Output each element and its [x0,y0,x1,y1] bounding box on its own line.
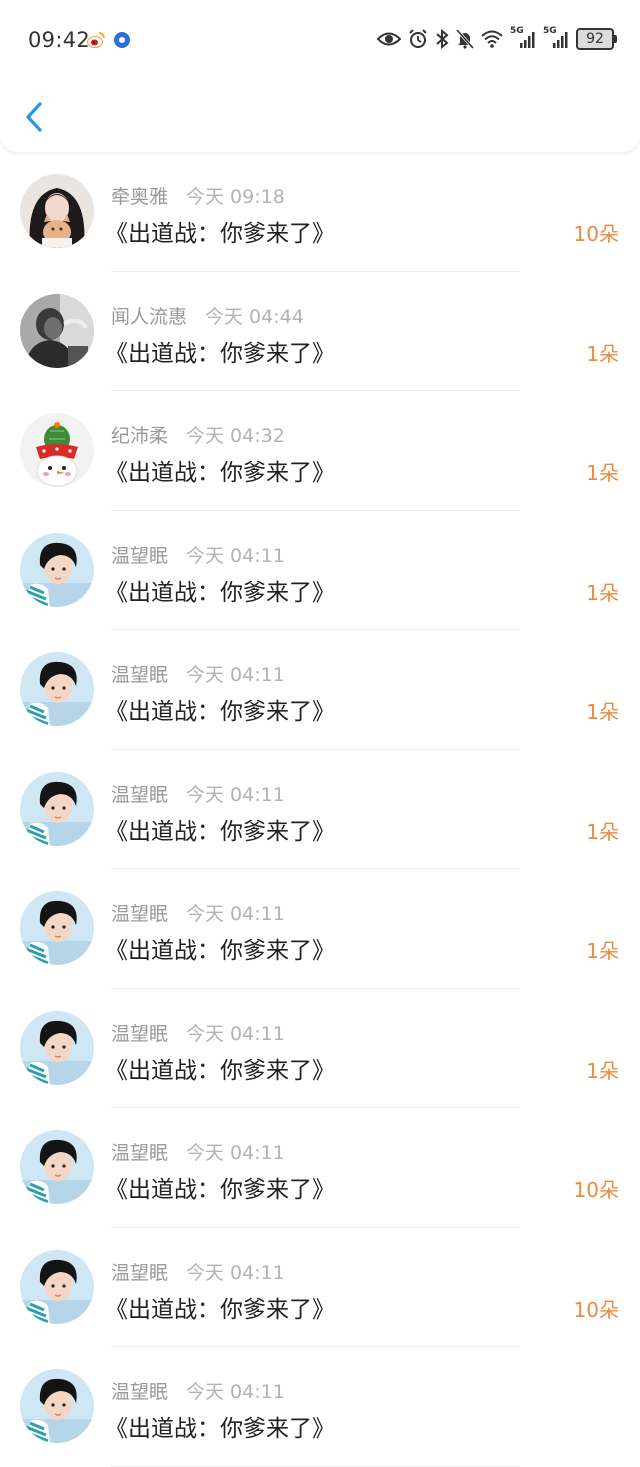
status-time: 09:42 [28,28,91,52]
back-button[interactable] [20,98,50,138]
avatar[interactable] [20,1369,94,1443]
sender-name: 温望眠 [111,1261,169,1284]
alarm-icon [408,29,428,49]
avatar[interactable] [20,891,94,965]
book-title: 《出道战：你爹来了》 [105,699,335,725]
book-title: 《出道战：你爹来了》 [105,340,335,367]
book-title: 《出道战：你爹来了》 [105,1416,335,1442]
signal-icon: 5G [543,26,569,50]
book-title: 《出道战：你爹来了》 [105,938,335,964]
notification-icons [86,30,130,50]
sender-name: 温望眠 [111,1142,169,1164]
avatar[interactable] [20,293,94,368]
send-time: 今天 04:11 [186,783,285,806]
book-title: 《出道战：你爹来了》 [105,221,335,247]
list-item[interactable]: 牵奥雅 今天 09:18 《出道战：你爹来了》 10朵 [0,152,640,272]
avatar[interactable] [20,771,94,846]
list-item[interactable]: 温望眠 今天 04:11 《出道战：你爹来了》 1朵 [0,511,640,630]
list-item[interactable]: 温望眠 今天 04:11 《出道战：你爹来了》 1朵 [0,869,640,989]
list-item[interactable]: 温望眠 今天 04:11 《出道战：你爹来了》 1朵 [0,989,640,1108]
book-title: 《出道战：你爹来了》 [105,579,335,606]
send-time: 今天 04:11 [186,1022,285,1045]
gift-count: 10朵 [573,1297,619,1322]
book-title: 《出道战：你爹来了》 [105,1057,335,1084]
gift-count: 1朵 [586,700,619,724]
send-time: 今天 09:18 [186,186,285,208]
signal-icon: 5G [510,26,536,50]
sender-name: 牵奥雅 [111,186,169,208]
gift-count: 1朵 [586,341,619,366]
network-label: 5G [510,26,524,36]
list-item[interactable]: 温望眠 今天 04:11 《出道战：你爹来了》 10朵 [0,1228,640,1347]
send-time: 今天 04:44 [205,305,304,328]
system-icons: 5G 5G 92 [377,26,617,50]
avatar[interactable] [20,1130,94,1204]
battery-icon: 92 [576,28,617,50]
avatar[interactable] [20,652,94,726]
wifi-icon [481,30,503,48]
send-time: 今天 04:11 [186,1381,285,1403]
list-item[interactable]: 纪沛柔 今天 04:32 《出道战：你爹来了》 1朵 [0,391,640,511]
gift-count: 1朵 [586,1058,619,1083]
gift-count: 1朵 [586,939,619,963]
app-notification-icon [114,32,130,48]
sender-name: 温望眠 [111,783,169,806]
gift-count: 10朵 [573,1178,619,1202]
sender-name: 温望眠 [111,1022,169,1045]
sender-name: 纪沛柔 [111,425,169,447]
mute-bell-icon [456,29,474,49]
send-time: 今天 04:11 [186,903,285,925]
gift-count: 10朵 [573,222,619,246]
list-item[interactable]: 温望眠 今天 04:11 《出道战：你爹来了》 1朵 [0,630,640,750]
gift-count: 1朵 [586,580,619,605]
avatar[interactable] [20,1249,94,1324]
book-title: 《出道战：你爹来了》 [105,1177,335,1203]
list-item[interactable]: 温望眠 今天 04:11 《出道战：你爹来了》 10朵 [0,1108,640,1228]
sender-name: 温望眠 [111,544,169,567]
network-label: 5G [543,26,557,36]
gift-list: 牵奥雅 今天 09:18 《出道战：你爹来了》 10朵 闻人流惠 今天 04:4… [0,152,640,1467]
sender-name: 温望眠 [111,903,169,925]
avatar[interactable] [20,174,94,248]
avatar[interactable] [20,413,94,487]
book-title: 《出道战：你爹来了》 [105,818,335,845]
list-item[interactable]: 温望眠 今天 04:11 《出道战：你爹来了》 [0,1347,640,1467]
sender-name: 温望眠 [111,1381,169,1403]
chevron-left-icon [26,102,42,132]
book-title: 《出道战：你爹来了》 [105,1296,335,1323]
book-title: 《出道战：你爹来了》 [105,460,335,486]
divider [111,1465,520,1467]
status-bar: 09:42 5G 5G 92 [0,0,640,82]
bluetooth-icon [435,29,449,49]
weibo-icon [86,30,106,50]
send-time: 今天 04:11 [186,664,285,686]
eye-icon [377,31,401,47]
send-time: 今天 04:11 [186,1142,285,1164]
top-bar: 09:42 5G 5G 92 [0,0,640,152]
avatar[interactable] [20,532,94,607]
send-time: 今天 04:11 [186,544,285,567]
gift-count: 1朵 [586,461,619,485]
gift-count: 1朵 [586,819,619,844]
sender-name: 温望眠 [111,664,169,686]
send-time: 今天 04:11 [186,1261,285,1284]
sender-name: 闻人流惠 [111,305,188,328]
send-time: 今天 04:32 [186,425,285,447]
list-item[interactable]: 闻人流惠 今天 04:44 《出道战：你爹来了》 1朵 [0,272,640,391]
list-item[interactable]: 温望眠 今天 04:11 《出道战：你爹来了》 1朵 [0,750,640,869]
avatar[interactable] [20,1010,94,1085]
